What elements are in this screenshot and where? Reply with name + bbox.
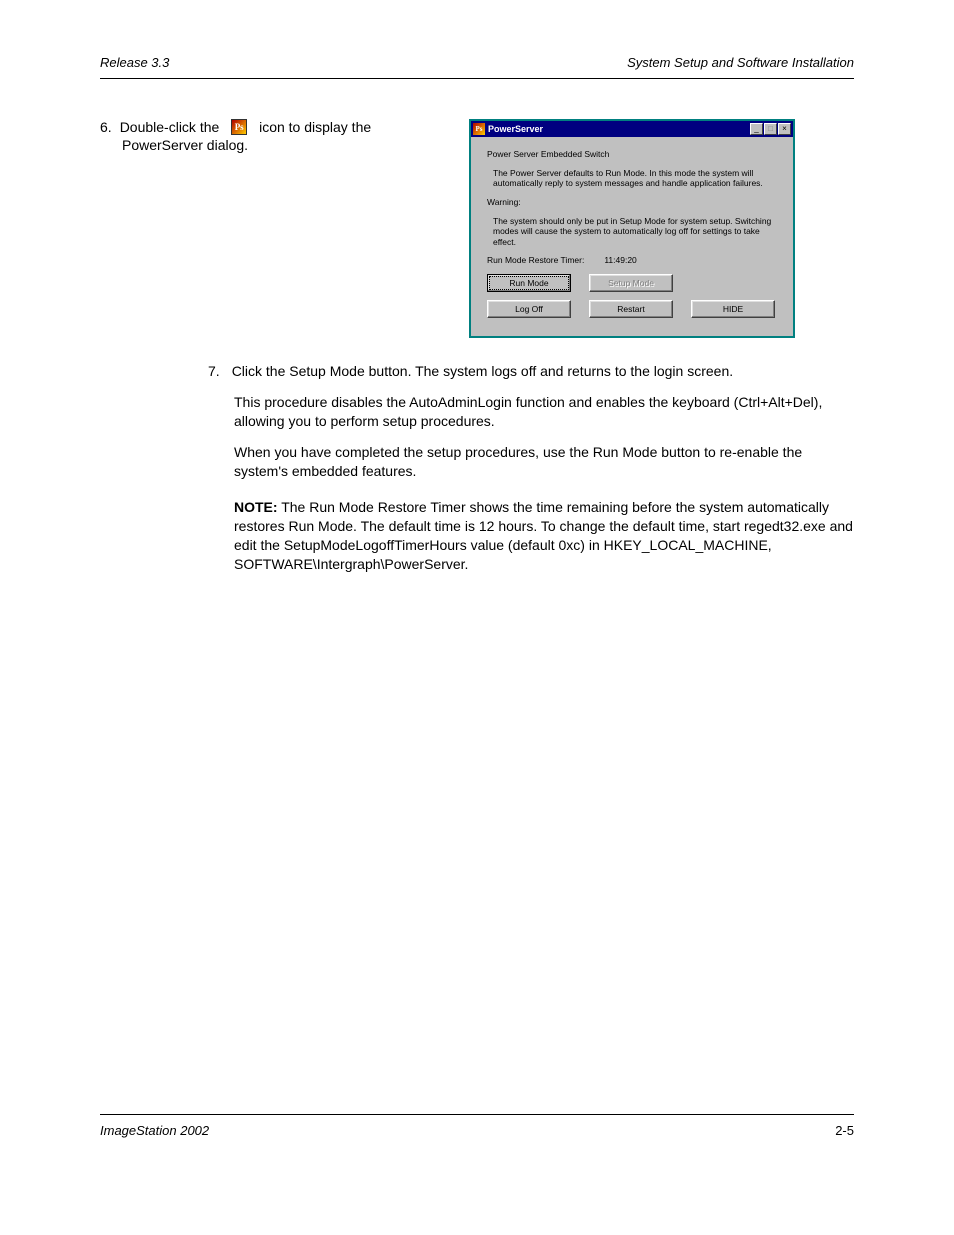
- paragraph-3: When you have completed the setup proced…: [234, 443, 854, 481]
- warning-title: Warning:: [487, 197, 777, 208]
- embedded-switch-body: The Power Server defaults to Run Mode. I…: [487, 168, 777, 189]
- step-7-number: 7.: [208, 362, 220, 381]
- minimize-icon[interactable]: _: [750, 123, 763, 135]
- header-right: System Setup and Software Installation: [627, 55, 854, 70]
- dialog-titlebar: Ps PowerServer _ □ ×: [471, 121, 793, 137]
- step-7-text: Click the Setup Mode button. The system …: [232, 362, 733, 381]
- warning-body: The system should only be put in Setup M…: [487, 216, 777, 248]
- note-body: The Run Mode Restore Timer shows the tim…: [234, 499, 853, 572]
- step-line-2: PowerServer dialog.: [100, 137, 400, 153]
- paragraph-2: This procedure disables the AutoAdminLog…: [234, 393, 854, 431]
- header-left: Release 3.3: [100, 55, 169, 70]
- embedded-switch-title: Power Server Embedded Switch: [487, 149, 777, 160]
- footer-right: 2-5: [835, 1123, 854, 1138]
- timer-label: Run Mode Restore Timer:: [487, 255, 584, 266]
- footer-rule: [100, 1114, 854, 1115]
- step-number: 6.: [100, 119, 112, 135]
- setup-mode-button[interactable]: Setup Mode: [589, 274, 673, 292]
- log-off-button[interactable]: Log Off: [487, 300, 571, 318]
- footer-left: ImageStation 2002: [100, 1123, 209, 1138]
- run-mode-button[interactable]: Run Mode: [487, 274, 571, 292]
- timer-value: 11:49:20: [604, 255, 636, 266]
- step-text-suffix: icon to display the: [255, 119, 371, 135]
- note-label: NOTE:: [234, 499, 278, 515]
- header-rule: [100, 78, 854, 79]
- dialog-title: PowerServer: [488, 124, 749, 134]
- step-text-prefix: Double-click the: [120, 119, 224, 135]
- powerserver-dialog: Ps PowerServer _ □ × Power Server Embedd…: [469, 119, 795, 338]
- restart-button[interactable]: Restart: [589, 300, 673, 318]
- ps-icon: Ps: [231, 119, 247, 135]
- maximize-icon: □: [764, 123, 777, 135]
- dialog-app-icon: Ps: [473, 123, 485, 135]
- close-icon[interactable]: ×: [778, 123, 791, 135]
- hide-button[interactable]: HIDE: [691, 300, 775, 318]
